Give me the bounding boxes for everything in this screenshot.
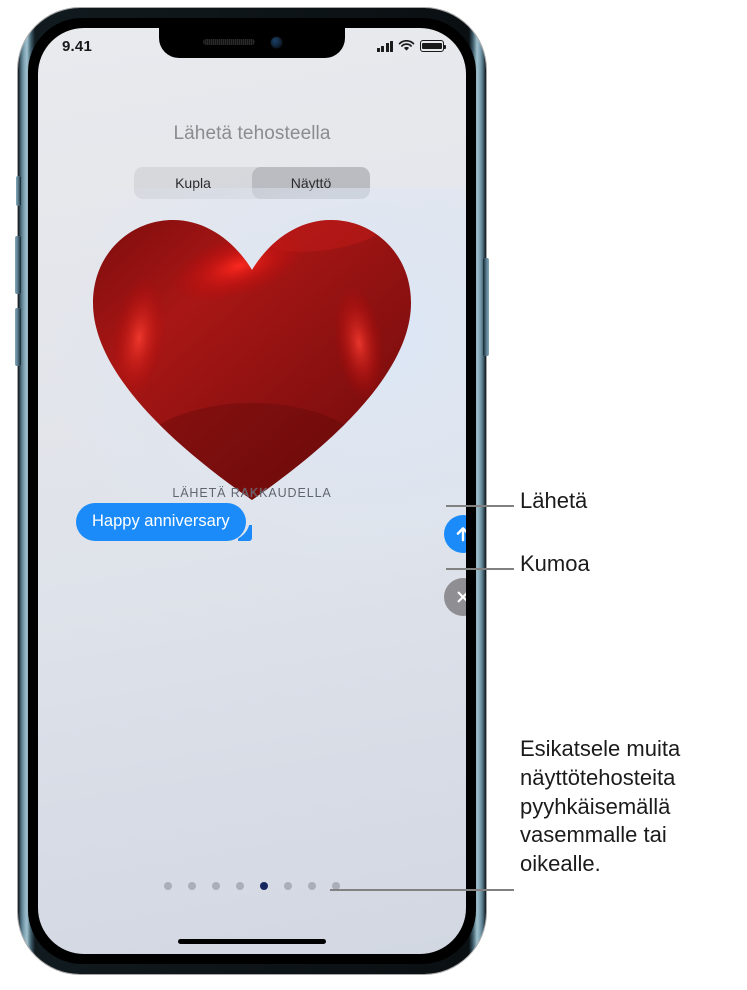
iphone-device-frame: 9.41 Lähetä tehosteella Kupla Näyttö LÄH… bbox=[15, 8, 489, 974]
page-dot[interactable] bbox=[308, 882, 316, 890]
status-bar-time: 9.41 bbox=[62, 37, 92, 55]
callout-label-send: Lähetä bbox=[520, 488, 588, 513]
device-screen: 9.41 Lähetä tehosteella Kupla Näyttö LÄH… bbox=[38, 28, 466, 954]
page-dot[interactable] bbox=[188, 882, 196, 890]
home-indicator[interactable] bbox=[178, 939, 326, 944]
page-dot[interactable] bbox=[164, 882, 172, 890]
message-bubble-row: Happy anniversary bbox=[76, 503, 428, 541]
page-dot[interactable] bbox=[284, 882, 292, 890]
cellular-signal-icon bbox=[376, 40, 393, 52]
arrow-up-icon bbox=[456, 527, 466, 542]
message-bubble[interactable]: Happy anniversary bbox=[76, 503, 246, 541]
device-bezel: 9.41 Lähetä tehosteella Kupla Näyttö LÄH… bbox=[28, 18, 476, 964]
screenshot-root: 9.41 Lähetä tehosteella Kupla Näyttö LÄH… bbox=[0, 0, 747, 990]
page-dot[interactable] bbox=[212, 882, 220, 890]
callout-line-cancel bbox=[446, 568, 514, 570]
message-bubble-text: Happy anniversary bbox=[92, 512, 230, 530]
battery-icon bbox=[420, 40, 447, 52]
page-title: Lähetä tehosteella bbox=[173, 123, 331, 144]
close-x-icon bbox=[457, 591, 466, 603]
callout-label-cancel: Kumoa bbox=[520, 551, 590, 576]
callout-line-swipe bbox=[330, 889, 514, 891]
callout-line-send bbox=[446, 505, 514, 507]
power-button[interactable] bbox=[483, 258, 489, 356]
callout-label-swipe: Esikatsele muita näyttötehosteita pyyhkä… bbox=[520, 736, 681, 877]
notch bbox=[159, 28, 345, 58]
volume-up-button[interactable] bbox=[15, 236, 21, 294]
page-dot-active[interactable] bbox=[260, 882, 268, 890]
status-bar-indicators bbox=[376, 40, 447, 52]
earpiece-speaker-icon bbox=[203, 39, 255, 45]
bubble-tail-icon bbox=[238, 523, 252, 541]
red-balloon-heart-graphic bbox=[87, 208, 417, 508]
effect-name-label: LÄHETÄ RAKKAUDELLA bbox=[172, 486, 332, 500]
front-camera-icon bbox=[271, 37, 282, 48]
screen-effect-preview[interactable] bbox=[38, 188, 466, 608]
volume-down-button[interactable] bbox=[15, 308, 21, 366]
wifi-icon bbox=[398, 40, 415, 51]
silent-switch-button[interactable] bbox=[16, 176, 21, 206]
page-dot[interactable] bbox=[236, 882, 244, 890]
